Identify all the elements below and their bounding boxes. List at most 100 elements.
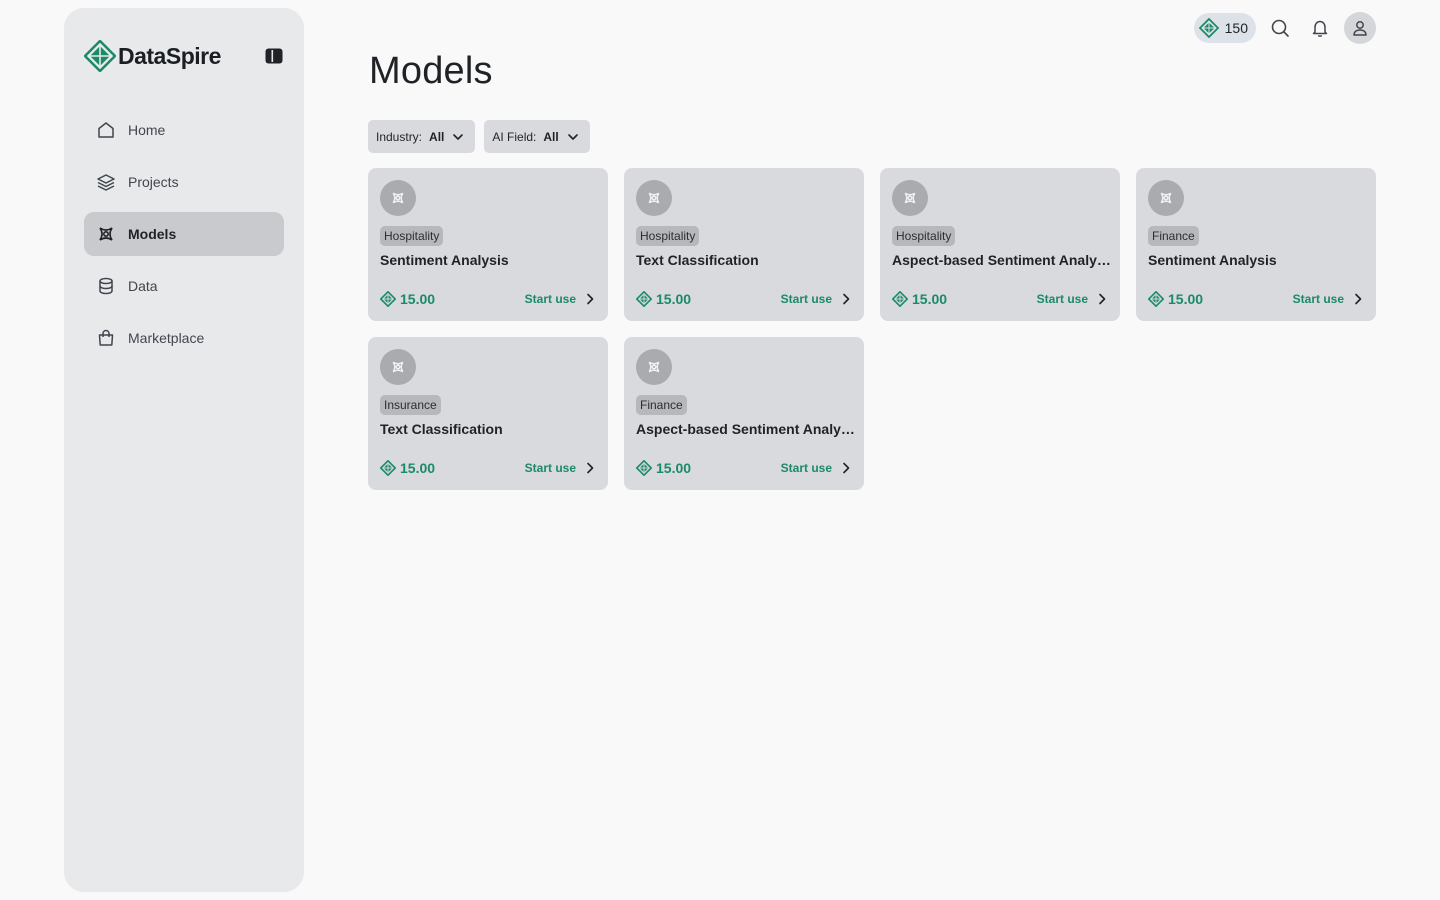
credit-coin-icon (636, 291, 652, 307)
home-icon (98, 122, 114, 138)
start-use-button[interactable]: Start use (781, 292, 852, 306)
model-title: Text Classification (380, 421, 503, 437)
model-avatar (636, 180, 672, 216)
model-icon (648, 361, 660, 373)
card-footer: 15.00 Start use (1148, 291, 1364, 307)
price-value: 15.00 (912, 291, 948, 307)
user-icon (1353, 21, 1367, 36)
credit-coin-icon (380, 460, 396, 476)
industry-tag: Finance (636, 395, 687, 415)
model-card[interactable]: Finance Sentiment Analysis 15.00 Start u… (1136, 168, 1376, 321)
model-avatar (892, 180, 928, 216)
card-footer: 15.00 Start use (636, 460, 852, 476)
start-use-button[interactable]: Start use (781, 461, 852, 475)
industry-tag: Hospitality (380, 226, 444, 246)
model-price: 15.00 (1148, 291, 1203, 307)
credits-count: 150 (1224, 20, 1248, 36)
start-use-button[interactable]: Start use (1293, 292, 1364, 306)
price-value: 15.00 (400, 291, 436, 307)
chevron-down-icon (453, 133, 464, 140)
model-icon (904, 192, 916, 204)
start-use-button[interactable]: Start use (525, 292, 596, 306)
sidebar: DataSpire Home Projects Models Data Mark… (64, 8, 304, 892)
brand-name: DataSpire (118, 42, 221, 69)
model-title: Aspect-based Sentiment Analysis (636, 421, 856, 437)
model-icon (648, 192, 660, 204)
sidebar-item-label: Data (128, 278, 158, 294)
sidebar-item-marketplace[interactable]: Marketplace (84, 316, 284, 360)
start-use-button[interactable]: Start use (1037, 292, 1108, 306)
card-footer: 15.00 Start use (892, 291, 1108, 307)
filter-label: Industry: (376, 129, 423, 144)
model-card[interactable]: Hospitality Aspect-based Sentiment Analy… (880, 168, 1120, 321)
credit-coin-icon (1148, 291, 1164, 307)
search-icon (1271, 19, 1289, 37)
model-price: 15.00 (892, 291, 947, 307)
model-title: Text Classification (636, 252, 759, 268)
sidebar-item-projects[interactable]: Projects (84, 160, 284, 204)
sidebar-item-label: Home (128, 122, 166, 138)
filter-bar: Industry: All AI Field: All (368, 120, 590, 153)
start-use-label: Start use (524, 292, 576, 306)
logo[interactable]: DataSpire (84, 40, 221, 72)
model-title: Aspect-based Sentiment Analysis (892, 252, 1112, 268)
sidebar-item-data[interactable]: Data (84, 264, 284, 308)
chevron-right-icon (843, 462, 850, 474)
industry-tag: Finance (1148, 226, 1199, 246)
industry-filter-dropdown[interactable]: Industry: All (368, 120, 476, 153)
avatar[interactable] (1344, 12, 1376, 44)
model-icon (392, 192, 404, 204)
price-value: 15.00 (400, 460, 436, 476)
model-icon (99, 227, 113, 241)
collapse-sidebar-button[interactable] (264, 46, 284, 66)
price-value: 15.00 (656, 291, 692, 307)
chevron-right-icon (1355, 293, 1362, 305)
shopping-bag-icon (98, 329, 114, 346)
start-use-label: Start use (780, 292, 832, 306)
chevron-down-icon (567, 133, 578, 140)
model-card[interactable]: Finance Aspect-based Sentiment Analysis … (624, 337, 864, 490)
card-footer: 15.00 Start use (380, 291, 596, 307)
industry-tag: Hospitality (636, 226, 700, 246)
model-title: Sentiment Analysis (1148, 252, 1277, 268)
credits-badge[interactable]: 150 (1193, 13, 1256, 43)
model-price: 15.00 (380, 460, 435, 476)
chevron-right-icon (587, 462, 594, 474)
brand-logo-icon (84, 40, 116, 72)
card-footer: 15.00 Start use (636, 291, 852, 307)
credit-coin-icon (892, 291, 908, 307)
layers-icon (97, 174, 115, 191)
model-card-grid: Hospitality Sentiment Analysis 15.00 Sta… (368, 168, 1376, 490)
page-title: Models (369, 50, 493, 92)
filter-value: All (543, 129, 559, 144)
model-avatar (1148, 180, 1184, 216)
credit-coin-icon (636, 460, 652, 476)
sidebar-item-models[interactable]: Models (84, 212, 284, 256)
credit-coin-icon (380, 291, 396, 307)
model-price: 15.00 (380, 291, 435, 307)
price-value: 15.00 (1168, 291, 1204, 307)
model-card[interactable]: Hospitality Sentiment Analysis 15.00 Sta… (368, 168, 608, 321)
chevron-right-icon (843, 293, 850, 305)
ai-field-filter-dropdown[interactable]: AI Field: All (484, 120, 590, 153)
model-price: 15.00 (636, 460, 691, 476)
price-value: 15.00 (656, 460, 692, 476)
industry-tag: Insurance (380, 395, 441, 415)
model-card[interactable]: Insurance Text Classification 15.00 Star… (368, 337, 608, 490)
credit-coin-icon (1198, 18, 1219, 38)
notifications-button[interactable] (1304, 12, 1336, 44)
start-use-label: Start use (780, 461, 832, 475)
search-button[interactable] (1264, 12, 1296, 44)
model-card[interactable]: Hospitality Text Classification 15.00 St… (624, 168, 864, 321)
model-title: Sentiment Analysis (380, 252, 509, 268)
card-footer: 15.00 Start use (380, 460, 596, 476)
sidebar-item-label: Models (128, 226, 177, 242)
model-icon (1160, 192, 1172, 204)
sidebar-nav: Home Projects Models Data Marketplace (84, 108, 284, 368)
start-use-button[interactable]: Start use (525, 461, 596, 475)
sidebar-item-label: Marketplace (128, 330, 205, 346)
filter-label: AI Field: (492, 129, 537, 144)
sidebar-item-home[interactable]: Home (84, 108, 284, 152)
chevron-right-icon (1099, 293, 1106, 305)
filter-value: All (429, 129, 445, 144)
